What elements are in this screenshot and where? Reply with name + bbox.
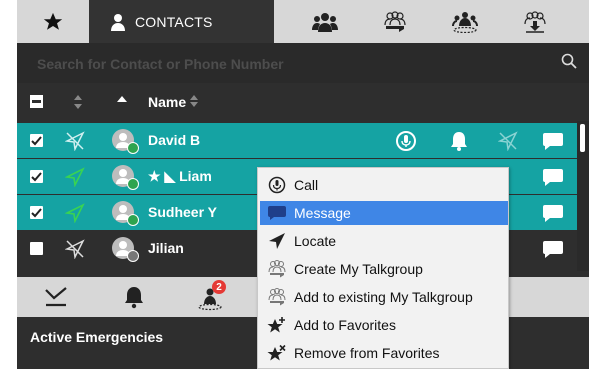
talkgroup-icon [384, 10, 406, 32]
check-icon [31, 136, 42, 146]
menu-item-add-favorites[interactable]: Add to Favorites [260, 313, 508, 337]
tab-nearby-groups[interactable] [430, 0, 500, 43]
add-talkgroup-icon [266, 287, 288, 307]
search-input[interactable]: Search for Contact or Phone Number [37, 56, 284, 72]
person-icon [111, 13, 125, 31]
location-on-icon [64, 202, 86, 224]
avatar [112, 129, 139, 154]
check-icon [31, 172, 42, 182]
history-check-icon [45, 287, 67, 307]
contact-row[interactable]: David B [17, 123, 577, 158]
message-icon[interactable] [542, 166, 564, 188]
menu-item-call[interactable]: Call [260, 173, 508, 197]
contacts-app: CONTACTS Search for Contact or Phone Num… [0, 0, 589, 369]
select-all-checkbox[interactable] [30, 95, 43, 108]
group-icon [312, 12, 338, 32]
sort-ascending-icon[interactable] [117, 96, 127, 104]
menu-item-remove-favorites[interactable]: Remove from Favorites [260, 341, 508, 365]
tab-contacts-label: CONTACTS [135, 13, 213, 30]
message-icon[interactable] [542, 130, 564, 152]
sort-name-icon [190, 95, 199, 107]
row-checkbox[interactable] [30, 134, 43, 147]
tab-history[interactable] [17, 277, 95, 317]
location-on-icon [64, 166, 86, 188]
nearby-group-icon [452, 11, 478, 33]
offline-status-badge [127, 250, 139, 262]
avatar [112, 237, 139, 262]
location-off-icon [64, 238, 86, 260]
tab-talkgroups[interactable] [360, 0, 430, 43]
contact-name: David B [148, 132, 201, 148]
menu-item-locate[interactable]: Locate [260, 229, 508, 253]
context-menu: Call Message Locate Create My Talkgroup … [257, 167, 509, 369]
create-talkgroup-icon [266, 259, 288, 279]
row-checkbox[interactable] [30, 170, 43, 183]
menu-item-message[interactable]: Message [260, 201, 508, 225]
online-status-badge [127, 142, 139, 154]
online-status-badge [127, 178, 139, 190]
call-icon [266, 175, 288, 195]
contact-name: ★ ◣ Liam [148, 168, 212, 184]
active-emergencies-title: Active Emergencies [30, 329, 164, 345]
sort-status-icon[interactable] [73, 95, 83, 109]
search-bar[interactable]: Search for Contact or Phone Number [17, 43, 589, 83]
tab-emergencies[interactable]: 2 [173, 277, 251, 317]
tab-download-groups[interactable] [500, 0, 570, 43]
remove-favorite-icon [266, 343, 288, 363]
list-header: Name [17, 83, 589, 121]
contact-name: Jilian [148, 240, 184, 256]
menu-item-create-talkgroup[interactable]: Create My Talkgroup [260, 257, 508, 281]
check-icon [31, 208, 42, 218]
emergency-count-badge: 2 [212, 280, 226, 294]
tab-groups[interactable] [290, 0, 360, 43]
add-favorite-icon [266, 315, 288, 335]
tab-contacts[interactable]: CONTACTS [89, 0, 274, 43]
locate-icon [266, 231, 288, 251]
location-off-icon [64, 130, 86, 152]
tab-favorites[interactable] [17, 0, 89, 43]
message-icon[interactable] [542, 238, 564, 260]
avatar [112, 165, 139, 190]
scrollbar-thumb[interactable] [580, 124, 585, 152]
alert-bell-icon [125, 287, 143, 309]
row-checkbox[interactable] [30, 242, 43, 255]
online-status-badge [127, 214, 139, 226]
tab-alerts[interactable] [95, 277, 173, 317]
search-icon[interactable] [561, 53, 577, 69]
scrollbar[interactable] [577, 121, 589, 271]
name-column-header[interactable]: Name [148, 94, 199, 110]
star-icon [43, 12, 63, 30]
message-icon[interactable] [542, 202, 564, 224]
ptt-call-icon[interactable] [395, 130, 417, 152]
avatar [112, 201, 139, 226]
message-icon [266, 203, 288, 223]
alert-bell-icon[interactable] [448, 130, 470, 152]
contact-name: Sudheer Y [148, 204, 217, 220]
row-checkbox[interactable] [30, 206, 43, 219]
menu-item-add-existing-talkgroup[interactable]: Add to existing My Talkgroup [260, 285, 508, 309]
download-group-icon [524, 10, 546, 33]
locate-off-icon[interactable] [497, 130, 519, 152]
